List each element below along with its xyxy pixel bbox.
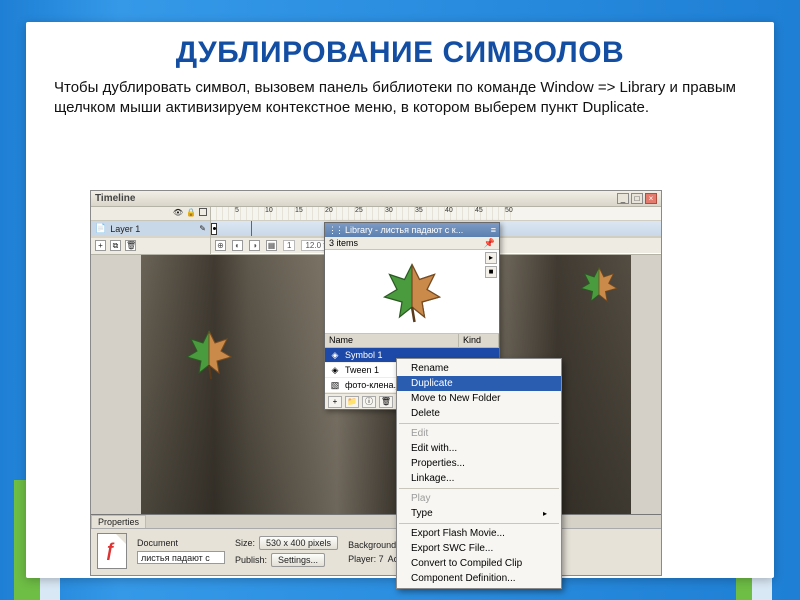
- play-button[interactable]: ▸: [485, 252, 497, 264]
- maximize-button[interactable]: □: [631, 193, 643, 204]
- stage-margin-right: [631, 255, 661, 514]
- item-count: 3 items: [329, 238, 358, 248]
- timeline-header: Timeline _ □ ×: [91, 191, 661, 207]
- settings-button[interactable]: Settings...: [271, 553, 325, 567]
- document-icon: [97, 533, 127, 569]
- frame-ruler: 510 1520 2530 3540 4550: [211, 207, 661, 221]
- pencil-icon: ✎: [199, 224, 206, 233]
- pin-icon[interactable]: 📌: [484, 238, 495, 249]
- preview-leaf-icon: [377, 257, 447, 327]
- layers-pane: 👁 🔒 📄 Layer 1 ✎ + ⧉ 🗑: [91, 207, 211, 254]
- menu-item-delete[interactable]: Delete: [397, 406, 561, 421]
- publish-label: Publish:: [235, 555, 267, 565]
- item-type-icon: ◈: [329, 350, 341, 361]
- leaf-symbol-instance[interactable]: [577, 263, 621, 307]
- playhead[interactable]: [251, 221, 252, 236]
- delete-layer-button[interactable]: 🗑: [125, 240, 136, 251]
- menu-item-rename[interactable]: Rename: [397, 361, 561, 376]
- slide-paragraph: Чтобы дублировать символ, вызовем панель…: [54, 78, 746, 119]
- menu-item-linkage[interactable]: Linkage...: [397, 471, 561, 486]
- new-symbol-button[interactable]: +: [328, 396, 342, 408]
- menu-item-edit: Edit: [397, 426, 561, 441]
- menu-item-duplicate[interactable]: Duplicate: [397, 376, 561, 391]
- add-layer-button[interactable]: +: [95, 240, 106, 251]
- menu-item-play: Play: [397, 491, 561, 506]
- layer-controls: + ⧉ 🗑: [91, 237, 210, 251]
- close-button[interactable]: ×: [645, 193, 657, 204]
- menu-item-convert-to-compiled-clip[interactable]: Convert to Compiled Clip: [397, 556, 561, 571]
- keyframe[interactable]: [211, 223, 217, 235]
- library-header[interactable]: ⋮⋮ Library - листья падают с к... ≡: [325, 223, 499, 237]
- menu-item-component-definition[interactable]: Component Definition...: [397, 571, 561, 586]
- outline-icon[interactable]: [199, 208, 207, 216]
- stop-button[interactable]: ■: [485, 266, 497, 278]
- menu-item-edit-with[interactable]: Edit with...: [397, 441, 561, 456]
- grip-icon: ⋮⋮: [328, 225, 342, 236]
- size-label: Size:: [235, 538, 255, 548]
- menu-item-move-to-new-folder[interactable]: Move to New Folder: [397, 391, 561, 406]
- onion-icon[interactable]: ◐: [232, 240, 243, 251]
- current-frame: 1: [283, 240, 295, 251]
- properties-button[interactable]: ⓘ: [362, 396, 376, 408]
- menu-item-export-swc-file[interactable]: Export SWC File...: [397, 541, 561, 556]
- center-icon[interactable]: ⊕: [215, 240, 226, 251]
- item-name: Symbol 1: [345, 350, 383, 360]
- eye-icon[interactable]: 👁: [173, 208, 183, 219]
- new-folder-button[interactable]: 📁: [345, 396, 359, 408]
- add-folder-button[interactable]: ⧉: [110, 240, 121, 251]
- onion-outline-icon[interactable]: ◑: [249, 240, 260, 251]
- minimize-button[interactable]: _: [617, 193, 629, 204]
- panel-menu-icon[interactable]: ≡: [491, 225, 496, 235]
- layer-row[interactable]: 📄 Layer 1 ✎: [91, 221, 210, 237]
- timeline-title: Timeline: [95, 193, 135, 204]
- col-kind[interactable]: Kind: [459, 334, 499, 347]
- properties-panel: Properties Document листья падают с Size…: [91, 515, 661, 575]
- document-label: Document: [137, 538, 225, 548]
- background-label: Background:: [348, 540, 399, 550]
- slide-title: ДУБЛИРОВАНИЕ СИМВОЛОВ: [54, 36, 746, 70]
- layer-name: Layer 1: [110, 224, 140, 234]
- window-controls: _ □ ×: [617, 193, 657, 204]
- library-preview: ▸ ■: [325, 250, 499, 334]
- document-name: листья падают с: [137, 551, 225, 564]
- item-name: Tween 1: [345, 365, 379, 375]
- item-type-icon: ◈: [329, 365, 341, 376]
- lock-icon[interactable]: 🔒: [186, 208, 196, 219]
- delete-button[interactable]: 🗑: [379, 396, 393, 408]
- player-label: Player: 7: [348, 554, 384, 564]
- context-menu: RenameDuplicateMove to New FolderDelete E…: [396, 358, 562, 589]
- stage-margin-left: [91, 255, 141, 514]
- edit-multi-icon[interactable]: ▦: [266, 240, 277, 251]
- tab-properties[interactable]: Properties: [91, 515, 146, 528]
- menu-item-properties[interactable]: Properties...: [397, 456, 561, 471]
- menu-item-export-flash-movie[interactable]: Export Flash Movie...: [397, 526, 561, 541]
- layer-icon: 📄: [95, 223, 106, 234]
- item-type-icon: ▧: [329, 380, 341, 391]
- leaf-symbol-instance[interactable]: [181, 325, 237, 381]
- menu-item-type[interactable]: Type: [397, 506, 561, 521]
- library-title: Library - листья падают с к...: [342, 225, 491, 235]
- col-name[interactable]: Name: [325, 334, 459, 347]
- size-button[interactable]: 530 x 400 pixels: [259, 536, 338, 550]
- library-columns: Name Kind: [325, 334, 499, 348]
- slide: ДУБЛИРОВАНИЕ СИМВОЛОВ Чтобы дублировать …: [26, 22, 774, 578]
- library-subheader: 3 items 📌: [325, 237, 499, 250]
